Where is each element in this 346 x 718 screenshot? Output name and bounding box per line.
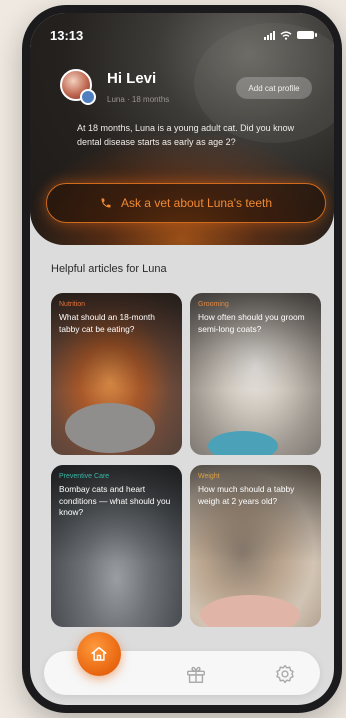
articles-section-title: Helpful articles for Luna <box>51 263 167 275</box>
add-cat-profile-button[interactable]: Add cat profile <box>236 77 312 99</box>
article-card-preventive-care[interactable]: Preventive Care Bombay cats and heart co… <box>51 465 182 627</box>
nav-home-button[interactable] <box>77 632 121 676</box>
article-card-nutrition[interactable]: Nutrition What should an 18-month tabby … <box>51 293 182 455</box>
phone-icon <box>101 198 111 208</box>
article-category: Grooming <box>198 301 229 308</box>
settings-icon[interactable] <box>274 663 296 685</box>
hero-message: At 18 months, Luna is a young adult cat.… <box>77 123 295 147</box>
cat-subtitle: Luna · 18 months <box>107 95 170 104</box>
signal-icon <box>264 30 275 40</box>
ask-vet-button[interactable]: Ask a vet about Luna's teeth <box>46 183 326 223</box>
gift-icon[interactable] <box>185 663 207 685</box>
article-card-grooming[interactable]: Grooming How often should you groom semi… <box>190 293 321 455</box>
article-card-weight[interactable]: Weight How much should a tabby weigh at … <box>190 465 321 627</box>
greeting-title: Hi Levi <box>107 70 157 87</box>
article-category: Nutrition <box>59 301 86 308</box>
article-title: How much should a tabby weigh at 2 years… <box>198 484 295 506</box>
app-screen: 13:13 Hi Levi Luna · 18 months Add cat p… <box>30 13 334 705</box>
status-icons <box>264 30 317 40</box>
hero-panel: 13:13 Hi Levi Luna · 18 months Add cat p… <box>30 13 334 245</box>
article-category: Preventive Care <box>59 473 110 480</box>
article-title: Bombay cats and heart conditions — what … <box>59 484 171 517</box>
article-title: What should an 18-month tabby cat be eat… <box>59 312 155 334</box>
ask-vet-label: Ask a vet about Luna's teeth <box>120 196 273 210</box>
battery-icon <box>297 31 317 39</box>
article-category: Weight <box>198 473 220 480</box>
home-icon <box>91 646 107 661</box>
status-bar: 13:13 <box>30 13 334 57</box>
wifi-icon <box>280 30 292 40</box>
article-title: How often should you groom semi-long coa… <box>198 312 305 334</box>
status-time: 13:13 <box>50 27 84 43</box>
cat-avatar-badge <box>80 89 96 105</box>
